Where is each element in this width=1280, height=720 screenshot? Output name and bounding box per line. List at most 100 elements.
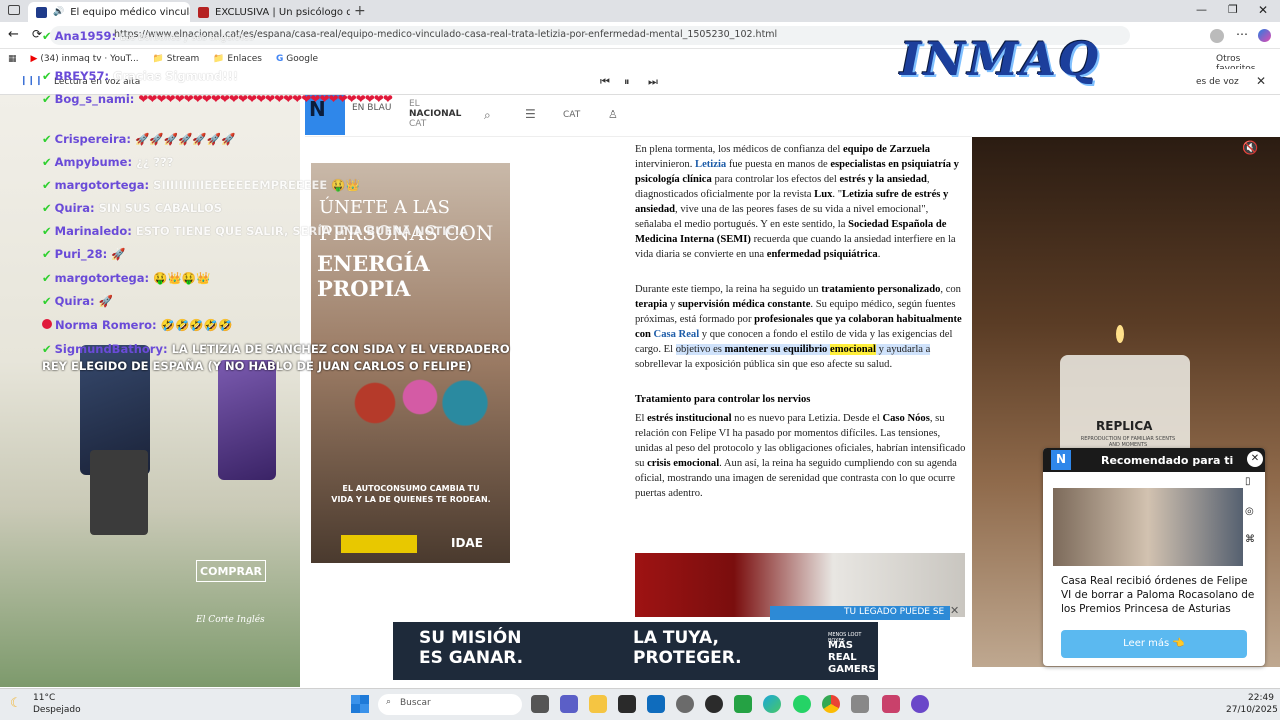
sidebar-reader-icon[interactable]: ▯ (1245, 476, 1251, 487)
task-view-icon[interactable] (531, 695, 549, 713)
bookmark-label: Stream (166, 54, 200, 64)
chat-username: SigmundBathory: (54, 342, 168, 356)
casa-real-link[interactable]: Casa Real (654, 329, 700, 340)
app-red-icon[interactable] (882, 695, 900, 713)
weather-icon[interactable]: ☾ (10, 696, 22, 711)
replica-sub-label: REPRODUCTION OF FAMILIAR SCENTS AND MOME… (1080, 436, 1176, 448)
text: no es nuevo para Letizia. Desde el (731, 413, 883, 424)
window-menu-icon[interactable] (8, 5, 20, 15)
chat-username: margotortega: (54, 271, 150, 285)
whatsapp-icon[interactable] (793, 695, 811, 713)
profile-icon[interactable] (1210, 29, 1224, 43)
close-recommend-icon[interactable]: ✕ (1247, 451, 1263, 467)
obs-icon[interactable] (705, 695, 723, 713)
verified-badge-icon: ✔ (42, 92, 52, 106)
bookmark-enlaces[interactable]: 📁 Enlaces (213, 54, 262, 64)
chat-message: ✔ Marinaledo: ESTO TIENE QUE SALIR, SERÍA… (42, 224, 468, 238)
previous-icon[interactable]: ⏮ (600, 75, 610, 89)
bold-text: terapia (635, 299, 668, 310)
ad-headline-3: ENERGÍA PROPIA (317, 251, 430, 301)
pause-icon[interactable]: ⏸ (624, 75, 630, 89)
close-legado-icon[interactable]: ✕ (950, 604, 959, 617)
verified-badge-icon: ✔ (42, 201, 52, 215)
tab-inactive[interactable]: EXCLUSIVA | Un psicólogo desvel ✕ (190, 2, 350, 22)
outlook-icon[interactable] (647, 695, 665, 713)
text: sobrellevar la exposición pública sin qu… (635, 359, 893, 370)
text: El (635, 413, 648, 424)
chat-username: margotortega: (54, 178, 150, 192)
app-purple-icon[interactable] (911, 695, 929, 713)
search-icon[interactable]: ⌕ (484, 108, 491, 123)
el-corte-ingles-logo: El Corte Inglés (196, 615, 265, 625)
perfume-bottle-dark (90, 450, 148, 535)
back-icon[interactable]: ← (8, 27, 19, 42)
recommend-photo[interactable] (1053, 488, 1243, 566)
sidebar-location-icon[interactable]: ◎ (1245, 506, 1254, 517)
copilot-icon[interactable] (1258, 29, 1271, 42)
chat-message: ✔ SigmundBathory: LA LETIZIA DE SANCHEZ C… (42, 341, 512, 375)
close-window-icon[interactable]: ✕ (1258, 3, 1268, 17)
menu-icon[interactable]: ☰ (525, 107, 536, 121)
chat-username: Ana1959: (54, 29, 117, 43)
bold-text: Lux (814, 189, 833, 200)
bottom-gaming-ad[interactable]: SU MISIÓN ES GANAR. LA TUYA, PROTEGER. M… (393, 622, 878, 680)
tab-title: EXCLUSIVA | Un psicólogo desvel (215, 6, 350, 18)
comprar-button[interactable]: COMPRAR (196, 560, 266, 582)
bookmark-stream[interactable]: 📁 Stream (153, 54, 200, 64)
chat-username: Puri_28: (54, 247, 108, 261)
heading-text: Tratamiento para controlar los nervios (635, 394, 811, 405)
app-green-icon[interactable] (734, 695, 752, 713)
refresh-icon[interactable]: ⟳ (32, 27, 42, 41)
verified-badge-icon: ✔ (42, 271, 52, 285)
recommend-title[interactable]: Casa Real recibió órdenes de Felipe VI d… (1061, 574, 1255, 616)
edge-icon[interactable] (763, 695, 781, 713)
start-icon[interactable] (351, 695, 369, 713)
store-icon[interactable] (618, 695, 636, 713)
bold-text: Caso Nóos (882, 413, 930, 424)
close-read-aloud-icon[interactable]: ✕ (1256, 74, 1266, 88)
speaker-icon[interactable]: 🔊 (53, 7, 64, 17)
user-icon[interactable]: ♙ (608, 108, 618, 121)
ad-tagline: EL AUTOCONSUMO CAMBIA TU VIDA Y LA DE QU… (331, 484, 491, 504)
sidebar-extension-icon[interactable]: ⌘ (1245, 534, 1255, 545)
gov-logo (341, 535, 417, 553)
screen: 🔊 El equipo médico vinculado ✕ EXCLUSIVA… (0, 0, 1280, 720)
google-icon: G (276, 54, 284, 64)
legado-banner[interactable]: TU LEGADO PUEDE SE (770, 606, 950, 620)
file-explorer-icon[interactable] (589, 695, 607, 713)
next-icon[interactable]: ⏭ (648, 75, 658, 89)
leer-mas-button[interactable]: Leer más 👈 (1061, 630, 1247, 658)
ad-headline-1: ÚNETE A LAS (319, 197, 450, 218)
chat-text: 🚀 (98, 294, 113, 308)
restore-icon[interactable]: ❐ (1228, 3, 1238, 16)
youtube-icon: ▶ (30, 54, 38, 64)
settings-gear-icon[interactable] (676, 695, 694, 713)
teams-icon[interactable] (560, 695, 578, 713)
tab-active[interactable]: 🔊 El equipo médico vinculado ✕ (28, 2, 190, 22)
chat-message: ✔ Bog_s_nami: ❤❤❤❤❤❤❤❤❤❤❤❤❤❤❤❤❤❤❤❤❤❤❤❤❤❤❤… (42, 92, 512, 106)
chrome-icon[interactable] (822, 695, 840, 713)
new-tab-icon[interactable]: + (354, 3, 366, 19)
bold-text: supervisión médica constante (677, 299, 811, 310)
verified-badge-icon: ✔ (42, 247, 52, 261)
clock-time[interactable]: 22:49 (1248, 693, 1274, 703)
app-gray-icon[interactable] (851, 695, 869, 713)
mute-icon[interactable]: 🔇 (1242, 141, 1258, 156)
chat-message: Norma Romero: 🤣🤣🤣🤣🤣 (42, 318, 232, 332)
letizia-link[interactable]: Letizia (695, 159, 726, 170)
chat-message: ✔ BREY57: Gracias Sigmund!!! (42, 69, 238, 83)
bookmark-youtube[interactable]: ▶ (34) inmaq tv · YouT... (31, 54, 139, 64)
apps-icon[interactable]: ▦ (8, 54, 17, 64)
taskbar-search[interactable]: ⌕ Buscar (378, 694, 522, 715)
more-icon[interactable]: ⋯ (1236, 27, 1248, 41)
bookmark-google[interactable]: G Google (276, 54, 318, 64)
language-cat[interactable]: CAT (563, 110, 580, 120)
elnacional-favicon-icon (36, 6, 47, 18)
chat-text: ❤❤❤❤❤❤❤❤❤❤❤❤❤❤❤❤❤❤❤❤❤❤❤❤❤❤❤❤ (138, 92, 393, 106)
taskbar (0, 688, 1280, 720)
text: Durante este tiempo, la reina ha seguido… (635, 284, 822, 295)
chat-text: Gracias Sigmund!!! (113, 69, 239, 83)
paragraph-1: En plena tormenta, los médicos de confia… (635, 142, 967, 262)
clock-date[interactable]: 27/10/2025 (1226, 705, 1278, 715)
minimize-icon[interactable]: — (1196, 3, 1207, 16)
